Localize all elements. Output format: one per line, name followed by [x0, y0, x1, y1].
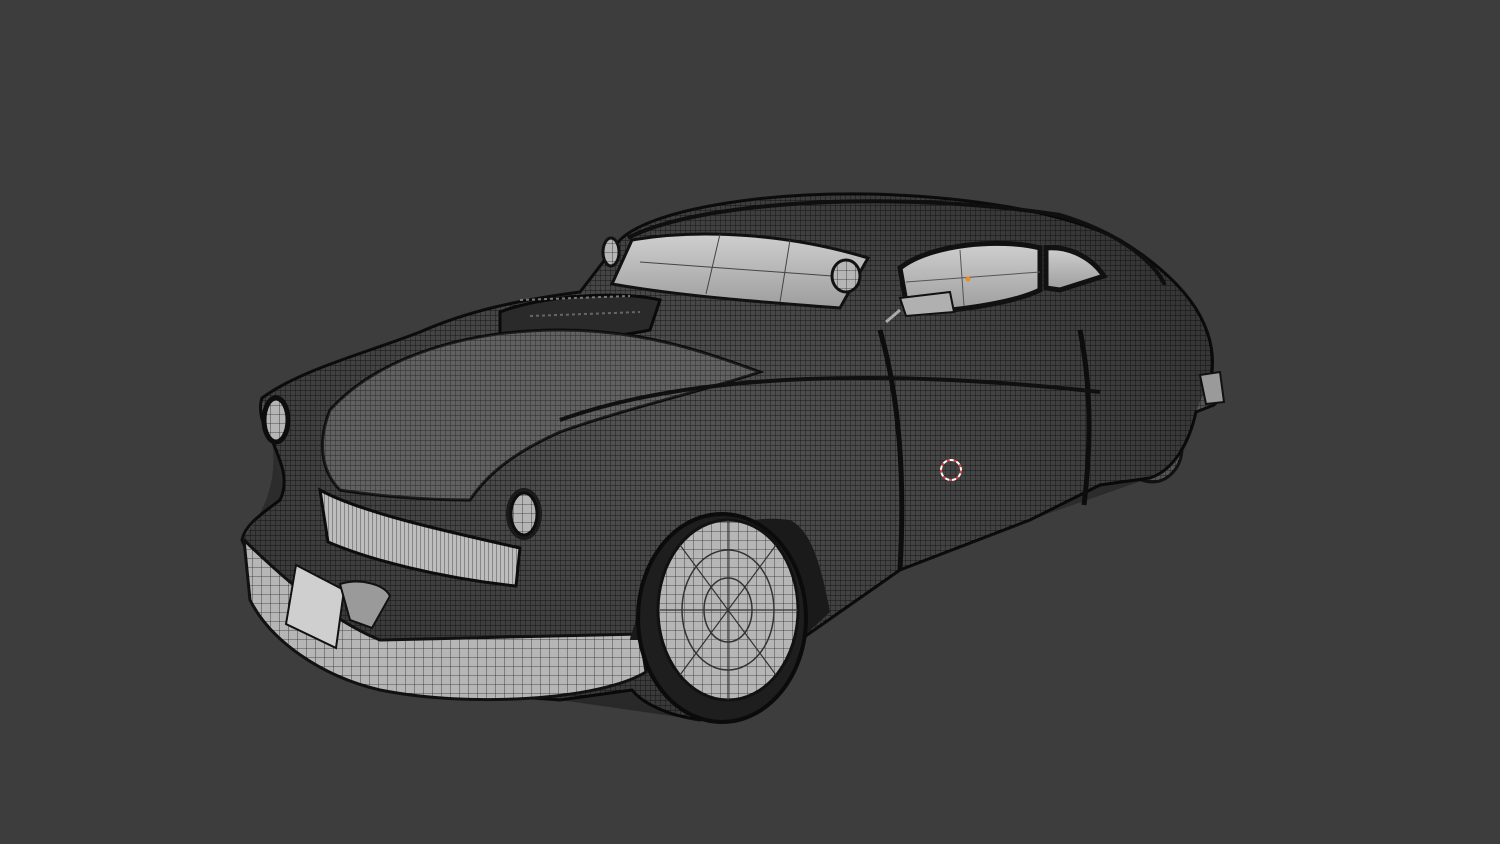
roof-light-right: [830, 258, 862, 294]
car-mesh[interactable]: [240, 192, 1226, 724]
headlight-right[interactable]: [506, 488, 542, 540]
front-wheel[interactable]: [636, 512, 808, 724]
scene-canvas[interactable]: [0, 0, 1500, 844]
object-origin-icon[interactable]: [965, 276, 971, 282]
roof-light-left: [601, 236, 621, 268]
3d-viewport[interactable]: [0, 0, 1500, 844]
headlight-left[interactable]: [261, 395, 291, 445]
